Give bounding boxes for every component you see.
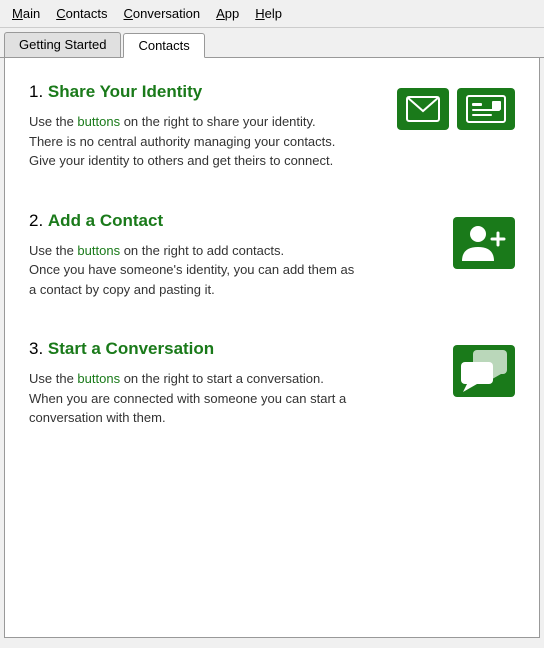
section-1-title: 1. Share Your Identity [29, 82, 397, 102]
menu-contacts[interactable]: Contacts [48, 4, 115, 23]
menu-app[interactable]: App [208, 4, 247, 23]
add-contact-icon-button[interactable] [453, 217, 515, 269]
section-3-text: 3. Start a Conversation Use the buttons … [29, 339, 399, 428]
section-start-conversation: 3. Start a Conversation Use the buttons … [29, 339, 515, 428]
section-3-desc: Use the buttons on the right to start a … [29, 369, 399, 428]
tab-contacts[interactable]: Contacts [123, 33, 204, 58]
section-2-desc: Use the buttons on the right to add cont… [29, 241, 399, 300]
content-area: 1. Share Your Identity Use the buttons o… [4, 58, 540, 638]
section-3-title: 3. Start a Conversation [29, 339, 399, 359]
menu-help[interactable]: Help [247, 4, 290, 23]
conversation-svg [459, 350, 509, 392]
section-1-text: 1. Share Your Identity Use the buttons o… [29, 82, 397, 171]
email-svg [406, 96, 440, 122]
section-3-icons [453, 339, 515, 397]
card-icon-button[interactable] [457, 88, 515, 130]
section-share-identity: 1. Share Your Identity Use the buttons o… [29, 82, 515, 171]
section-3-buttons-link[interactable]: buttons [77, 371, 120, 386]
tabbar: Getting Started Contacts [0, 28, 544, 58]
conversation-icon-button[interactable] [453, 345, 515, 397]
add-contact-svg [460, 223, 508, 263]
section-2-text: 2. Add a Contact Use the buttons on the … [29, 211, 399, 300]
section-1-desc: Use the buttons on the right to share yo… [29, 112, 397, 171]
section-2-buttons-link[interactable]: buttons [77, 243, 120, 258]
card-svg [466, 95, 506, 123]
menubar: Main Contacts Conversation App Help [0, 0, 544, 28]
menu-main[interactable]: Main [4, 4, 48, 23]
section-2-title: 2. Add a Contact [29, 211, 399, 231]
tab-getting-started[interactable]: Getting Started [4, 32, 121, 57]
section-2-icons [453, 211, 515, 269]
menu-conversation[interactable]: Conversation [116, 4, 209, 23]
section-add-contact: 2. Add a Contact Use the buttons on the … [29, 211, 515, 300]
section-1-icons [397, 82, 515, 130]
email-icon-button[interactable] [397, 88, 449, 130]
section-1-buttons-link[interactable]: buttons [77, 114, 120, 129]
